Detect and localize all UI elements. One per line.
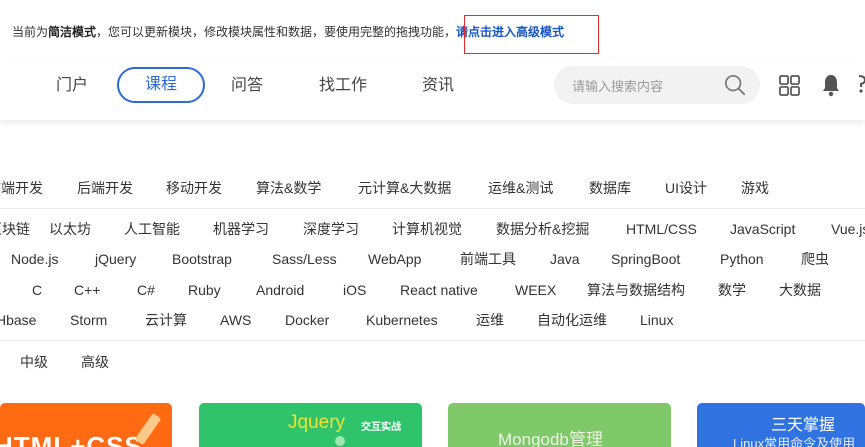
- category-tag[interactable]: Android: [256, 280, 304, 300]
- main-nav: 门户 课程 问答 找工作 资讯: [0, 58, 865, 120]
- course-card-title: HTML+CSS: [0, 431, 143, 447]
- category-tag[interactable]: 大数据: [779, 280, 821, 300]
- category-row-2: 区块链 以太坊 人工智能 机器学习 深度学习 计算机视觉 数据分析&挖掘 HTM…: [0, 219, 865, 247]
- category-tag[interactable]: 数据库: [589, 178, 631, 198]
- category-tag[interactable]: C: [32, 280, 42, 300]
- category-tag[interactable]: 游戏: [741, 178, 769, 198]
- category-tag[interactable]: WEEX: [515, 280, 556, 300]
- search-icon[interactable]: [724, 74, 746, 96]
- category-tag[interactable]: 前端工具: [460, 249, 516, 269]
- bell-icon[interactable]: [821, 73, 841, 97]
- category-tag[interactable]: HTML/CSS: [626, 219, 697, 239]
- category-tag[interactable]: C#: [137, 280, 155, 300]
- apps-grid-icon[interactable]: [779, 75, 800, 96]
- category-tag[interactable]: Sass/Less: [272, 249, 337, 269]
- category-tag[interactable]: 人工智能: [124, 219, 180, 239]
- category-tag[interactable]: React native: [400, 280, 478, 300]
- category-tag[interactable]: Kubernetes: [366, 310, 438, 330]
- category-tag[interactable]: 以太坊: [49, 219, 91, 239]
- category-tag[interactable]: Node.js: [11, 249, 58, 269]
- category-tag[interactable]: Storm: [70, 310, 107, 330]
- nav-item-news[interactable]: 资讯: [422, 69, 454, 103]
- category-tag[interactable]: 爬虫: [801, 249, 829, 269]
- level-tag[interactable]: 高级: [81, 352, 109, 372]
- category-tag[interactable]: 移动开发: [166, 178, 222, 198]
- category-row-3: Node.js jQuery Bootstrap Sass/Less WebAp…: [0, 249, 865, 277]
- category-tag[interactable]: 算法与数据结构: [587, 280, 685, 300]
- category-divider: [0, 208, 865, 209]
- category-tag[interactable]: Vue.js: [831, 219, 865, 239]
- level-divider: [0, 340, 865, 341]
- category-tag[interactable]: 元计算&大数据: [358, 178, 451, 198]
- notice-prefix: 当前为: [12, 25, 49, 39]
- course-card-title: Jquery: [288, 412, 346, 433]
- nav-item-courses[interactable]: 课程: [117, 67, 206, 103]
- category-tag[interactable]: 数学: [718, 280, 746, 300]
- more-icon[interactable]: [856, 72, 865, 96]
- category-tag[interactable]: Docker: [285, 310, 329, 330]
- category-tag[interactable]: 数据分析&挖掘: [496, 219, 589, 239]
- course-card-linux[interactable]: 三天掌握 Linux常用命令及使用: [697, 403, 865, 447]
- notice-middle: ，您可以更新模块，修改模块属性和数据，要使用完整的拖拽功能，: [96, 25, 457, 39]
- category-tag[interactable]: Bootstrap: [172, 249, 232, 269]
- search-input[interactable]: [570, 75, 724, 97]
- category-tag[interactable]: 机器学习: [213, 219, 269, 239]
- category-tag[interactable]: UI设计: [665, 178, 707, 198]
- category-tag[interactable]: jQuery: [95, 249, 136, 269]
- category-tag[interactable]: Linux: [640, 310, 673, 330]
- category-tag[interactable]: iOS: [343, 280, 366, 300]
- search-box: [554, 66, 760, 104]
- category-tag[interactable]: 云计算: [145, 310, 187, 330]
- category-tag[interactable]: 深度学习: [303, 219, 359, 239]
- category-tag[interactable]: JavaScript: [730, 219, 795, 239]
- pencil-icon: [135, 413, 161, 445]
- category-tag[interactable]: Java: [550, 249, 580, 269]
- category-tag[interactable]: AWS: [220, 310, 251, 330]
- decor-dot-icon: [335, 436, 345, 446]
- category-tag[interactable]: C++: [74, 280, 100, 300]
- nav-item-jobs[interactable]: 找工作: [319, 69, 367, 103]
- category-row-4: C C++ C# Ruby Android iOS React native W…: [0, 280, 865, 308]
- category-tag[interactable]: 运维&测试: [488, 178, 553, 198]
- category-tag[interactable]: Hbase: [0, 310, 36, 330]
- category-tag[interactable]: 自动化运维: [537, 310, 607, 330]
- notice-mode: 简洁模式: [48, 25, 97, 39]
- category-tag[interactable]: SpringBoot: [611, 249, 680, 269]
- course-card-mongodb[interactable]: Mongodb管理: [448, 403, 671, 447]
- course-card-html-css[interactable]: HTML+CSS: [0, 403, 172, 447]
- category-row-5: Hbase Storm 云计算 AWS Docker Kubernetes 运维…: [0, 310, 865, 338]
- course-card-title: 三天掌握: [771, 417, 836, 434]
- category-tag[interactable]: 运维: [476, 310, 504, 330]
- category-tag[interactable]: Ruby: [188, 280, 221, 300]
- course-card-subtitle: Linux常用命令及使用: [733, 436, 856, 447]
- category-tag[interactable]: 后端开发: [77, 178, 133, 198]
- category-tag[interactable]: 算法&数学: [256, 178, 321, 198]
- category-tag[interactable]: 区块链: [0, 219, 30, 239]
- level-row: 中级 高级: [0, 352, 865, 380]
- category-row-1: 前端开发 后端开发 移动开发 算法&数学 元计算&大数据 运维&测试 数据库 U…: [0, 178, 865, 206]
- nav-item-qa[interactable]: 问答: [231, 69, 263, 103]
- highlight-box: [464, 15, 599, 54]
- course-card-badge: 交互实战: [361, 422, 401, 433]
- mode-notice-bar: 当前为简洁模式，您可以更新模块，修改模块属性和数据，要使用完整的拖拽功能，请点击…: [0, 0, 865, 58]
- course-card-jquery[interactable]: Jquery 交互实战: [199, 403, 422, 447]
- category-tag[interactable]: 计算机视觉: [392, 219, 462, 239]
- level-tag[interactable]: 中级: [20, 352, 48, 372]
- category-tag[interactable]: Python: [720, 249, 764, 269]
- category-tag[interactable]: 前端开发: [0, 178, 43, 198]
- category-tag[interactable]: WebApp: [368, 249, 421, 269]
- course-card-title: Mongodb管理: [498, 430, 603, 447]
- nav-item-portal[interactable]: 门户: [56, 69, 88, 103]
